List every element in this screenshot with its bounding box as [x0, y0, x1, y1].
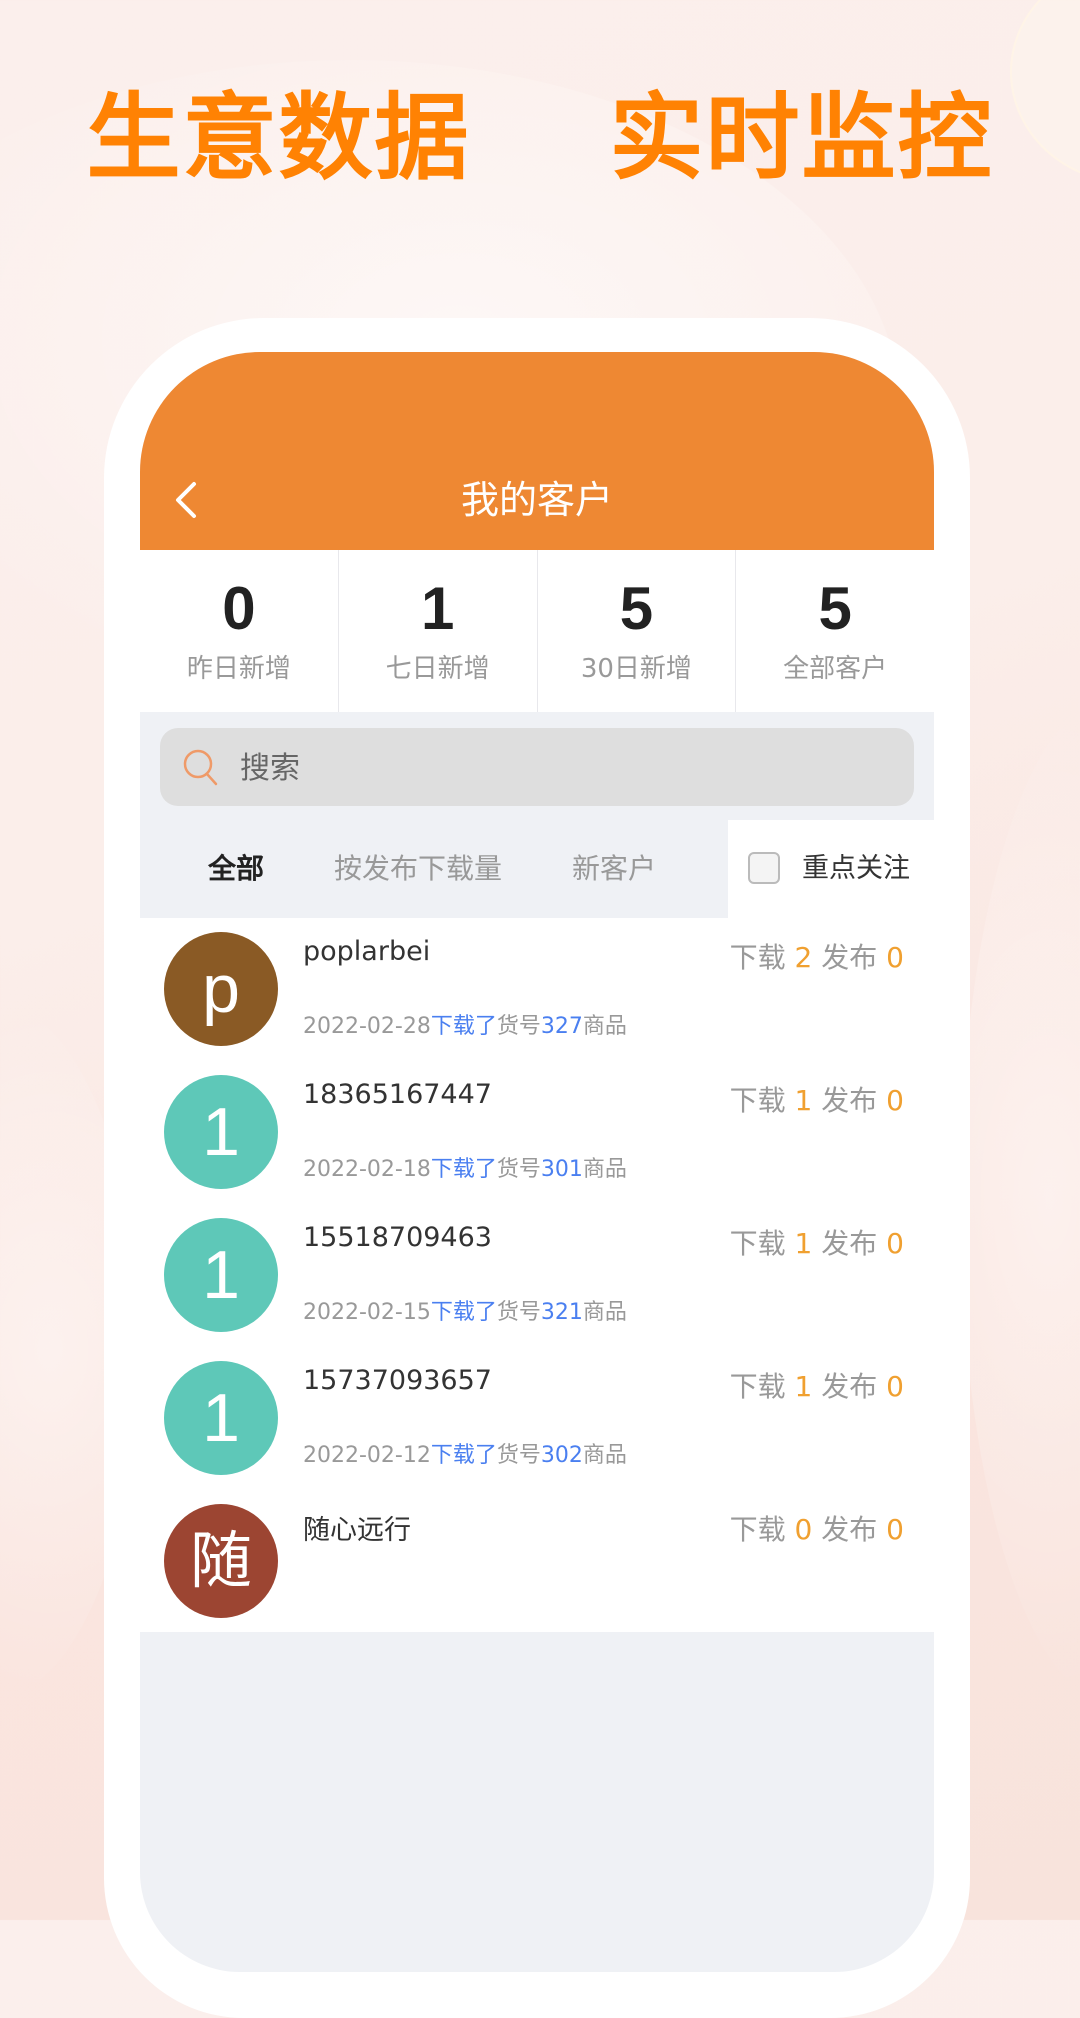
customer-counts: 下载 1 发布 0 [730, 1365, 904, 1405]
stat-label: 七日新增 [385, 654, 490, 684]
item-number[interactable]: 321 [541, 1300, 583, 1325]
background-decoration [960, 700, 1080, 1700]
publish-count: 0 [886, 941, 904, 974]
tab-all[interactable]: 全部 [208, 820, 264, 918]
publish-label: 发布 [821, 1227, 878, 1260]
activity-date: 2022-02-12 [303, 1443, 431, 1468]
app-screen: 我的客户 0 昨日新增 1 七日新增 5 30日新增 5 全部客户 全部 按发布… [140, 352, 934, 1972]
stat-value: 1 [420, 575, 455, 642]
focus-label: 重点关注 [802, 853, 910, 884]
item-number[interactable]: 327 [541, 1014, 583, 1039]
download-count: 1 [794, 1370, 813, 1403]
customer-row[interactable]: 1 18365167447 下载 1 发布 0 2022-02-18下载了货号301商… [140, 1061, 934, 1204]
avatar[interactable]: p [164, 932, 278, 1046]
download-count: 1 [794, 1084, 813, 1117]
promo-headline: 生意数据 实时监控 [86, 84, 994, 193]
avatar[interactable]: 1 [164, 1361, 278, 1475]
item-prefix: 货号 [496, 1014, 541, 1039]
avatar[interactable]: 1 [164, 1075, 278, 1189]
publish-label: 发布 [821, 1370, 878, 1403]
navbar: 我的客户 [140, 352, 934, 550]
activity-action: 下载了 [430, 1300, 497, 1325]
customer-name: poplarbei [303, 936, 431, 967]
download-label: 下载 [729, 941, 786, 974]
page-title: 我的客户 [460, 478, 613, 522]
download-label: 下载 [729, 1370, 786, 1403]
customer-counts: 下载 1 发布 0 [730, 1222, 904, 1262]
customer-row[interactable]: 1 15737093657 下载 1 发布 0 2022-02-12下载了货号302商… [140, 1347, 934, 1490]
stat-value: 5 [619, 575, 654, 642]
item-number[interactable]: 302 [541, 1443, 583, 1468]
activity-date: 2022-02-15 [303, 1300, 431, 1325]
item-suffix: 商品 [582, 1443, 627, 1468]
activity-action: 下载了 [430, 1157, 497, 1182]
stat-thirty-day-new[interactable]: 5 30日新增 [538, 550, 737, 712]
download-count: 1 [794, 1227, 813, 1260]
search-bar[interactable] [160, 728, 914, 808]
customer-name: 18365167447 [303, 1079, 492, 1110]
focus-checkbox[interactable] [748, 852, 780, 884]
filter-tabs: 全部 按发布下载量 新客户 重点关注 [140, 820, 934, 918]
stats-bar: 0 昨日新增 1 七日新增 5 30日新增 5 全部客户 [140, 550, 934, 712]
publish-label: 发布 [821, 1513, 878, 1546]
customer-counts: 下载 0 发布 0 [730, 1508, 904, 1548]
customer-row[interactable]: 随随心远行 下载 0 发布 0 [140, 1490, 934, 1633]
stat-value: 5 [818, 575, 852, 642]
activity-line: 2022-02-15下载了货号321商品 [303, 1294, 627, 1326]
tab-by-publish-download[interactable]: 按发布下载量 [334, 820, 502, 918]
stat-label: 全部客户 [783, 654, 888, 684]
publish-count: 0 [886, 1227, 904, 1260]
publish-count: 0 [886, 1370, 904, 1403]
search-icon [183, 749, 218, 786]
avatar[interactable]: 随 [164, 1504, 278, 1618]
activity-action: 下载了 [430, 1443, 497, 1468]
item-suffix: 商品 [582, 1014, 627, 1039]
item-prefix: 货号 [496, 1300, 541, 1325]
tab-new-customers[interactable]: 新客户 [572, 820, 656, 918]
search-input[interactable] [238, 728, 882, 808]
stat-label: 30日新增 [580, 654, 692, 684]
stat-value: 0 [222, 575, 256, 642]
customer-name: 15737093657 [303, 1365, 492, 1396]
download-count: 2 [794, 941, 813, 974]
focus-filter[interactable]: 重点关注 [728, 820, 934, 918]
item-number[interactable]: 301 [541, 1157, 583, 1182]
stat-label: 昨日新增 [186, 654, 291, 684]
publish-count: 0 [886, 1513, 904, 1546]
customer-list: p poplarbei 下载 2 发布 0 2022-02-28下载了货号327商品 1… [140, 918, 934, 1632]
activity-line: 2022-02-28下载了货号327商品 [303, 1008, 627, 1040]
item-suffix: 商品 [582, 1157, 627, 1182]
activity-line: 2022-02-12下载了货号302商品 [303, 1437, 627, 1469]
activity-date: 2022-02-18 [303, 1157, 431, 1182]
download-count: 0 [794, 1513, 813, 1546]
stat-seven-day-new[interactable]: 1 七日新增 [339, 550, 538, 712]
download-label: 下载 [729, 1084, 786, 1117]
customer-name: 15518709463 [303, 1222, 492, 1253]
customer-counts: 下载 2 发布 0 [730, 936, 904, 976]
publish-label: 发布 [821, 941, 878, 974]
stat-yesterday-new[interactable]: 0 昨日新增 [140, 550, 339, 712]
download-label: 下载 [729, 1227, 786, 1260]
customer-name: 随心远行 [303, 1515, 411, 1546]
customer-row[interactable]: p poplarbei 下载 2 发布 0 2022-02-28下载了货号327商品 [140, 918, 934, 1061]
item-prefix: 货号 [496, 1157, 541, 1182]
customer-counts: 下载 1 发布 0 [730, 1079, 904, 1119]
publish-count: 0 [886, 1084, 904, 1117]
activity-date: 2022-02-28 [303, 1014, 431, 1039]
activity-action: 下载了 [430, 1014, 497, 1039]
customer-row[interactable]: 1 15518709463 下载 1 发布 0 2022-02-15下载了货号321商… [140, 1204, 934, 1347]
download-label: 下载 [729, 1513, 786, 1546]
item-suffix: 商品 [582, 1300, 627, 1325]
stat-all-customers[interactable]: 5 全部客户 [736, 550, 934, 712]
activity-line: 2022-02-18下载了货号301商品 [303, 1151, 627, 1183]
item-prefix: 货号 [496, 1443, 541, 1468]
avatar[interactable]: 1 [164, 1218, 278, 1332]
publish-label: 发布 [821, 1084, 878, 1117]
